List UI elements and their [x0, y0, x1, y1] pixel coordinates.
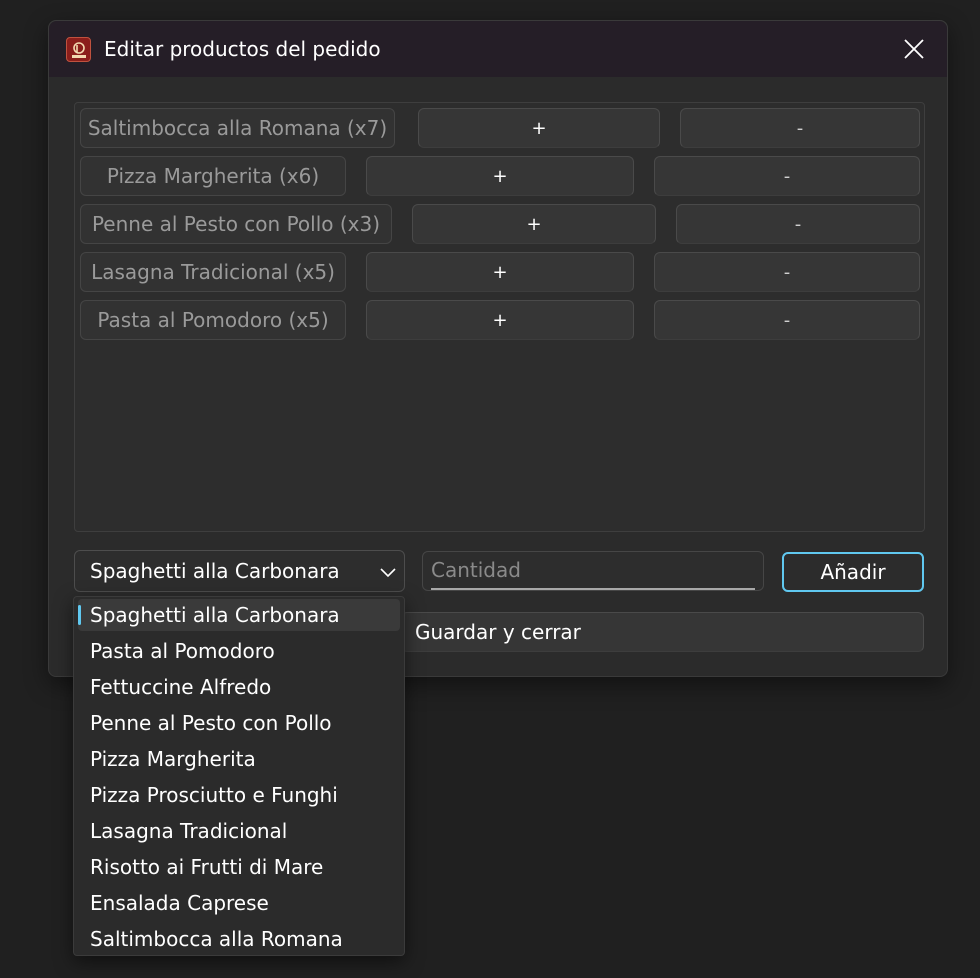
- order-item-label: Lasagna Tradicional (x5): [80, 252, 346, 292]
- dropdown-option-label: Spaghetti alla Carbonara: [90, 603, 340, 627]
- dropdown-option[interactable]: Ensalada Caprese: [78, 887, 400, 919]
- dropdown-option-label: Lasagna Tradicional: [90, 819, 288, 843]
- increase-quantity-button[interactable]: +: [366, 156, 634, 196]
- dropdown-option-label: Risotto ai Frutti di Mare: [90, 855, 324, 879]
- close-icon: [904, 39, 924, 59]
- dropdown-option[interactable]: Spaghetti alla Carbonara: [78, 599, 400, 631]
- add-button[interactable]: Añadir: [782, 552, 924, 592]
- dropdown-option-label: Penne al Pesto con Pollo: [90, 711, 332, 735]
- dropdown-option[interactable]: Saltimbocca alla Romana: [78, 923, 400, 955]
- dropdown-option[interactable]: Penne al Pesto con Pollo: [78, 707, 400, 739]
- increase-quantity-button[interactable]: +: [366, 300, 634, 340]
- quantity-input[interactable]: [431, 555, 751, 585]
- dropdown-option-label: Saltimbocca alla Romana: [90, 927, 343, 951]
- chevron-down-icon: [380, 568, 396, 578]
- product-dropdown-list: Spaghetti alla Carbonara Pasta al Pomodo…: [73, 596, 405, 956]
- increase-quantity-button[interactable]: +: [412, 204, 656, 244]
- dropdown-option-label: Ensalada Caprese: [90, 891, 269, 915]
- increase-quantity-button[interactable]: +: [418, 108, 660, 148]
- order-items-panel: Saltimbocca alla Romana (x7) + - Pizza M…: [74, 102, 925, 532]
- decrease-quantity-button[interactable]: -: [676, 204, 920, 244]
- decrease-quantity-button[interactable]: -: [654, 252, 920, 292]
- save-and-close-button[interactable]: Guardar y cerrar: [401, 612, 924, 652]
- product-select[interactable]: Spaghetti alla Carbonara: [74, 550, 405, 592]
- title-bar: Editar productos del pedido: [49, 21, 947, 77]
- selection-indicator: [78, 605, 81, 625]
- increase-quantity-button[interactable]: +: [366, 252, 634, 292]
- dropdown-option-label: Pizza Margherita: [90, 747, 256, 771]
- order-item-label: Saltimbocca alla Romana (x7): [80, 108, 395, 148]
- order-item-label: Pizza Margherita (x6): [80, 156, 346, 196]
- window-title: Editar productos del pedido: [104, 37, 381, 61]
- order-item-label: Pasta al Pomodoro (x5): [80, 300, 346, 340]
- close-button[interactable]: [881, 21, 947, 77]
- decrease-quantity-button[interactable]: -: [654, 300, 920, 340]
- dropdown-option-label: Fettuccine Alfredo: [90, 675, 272, 699]
- dropdown-option[interactable]: Pizza Prosciutto e Funghi: [78, 779, 400, 811]
- order-item-label: Penne al Pesto con Pollo (x3): [80, 204, 392, 244]
- decrease-quantity-button[interactable]: -: [680, 108, 920, 148]
- decrease-quantity-button[interactable]: -: [654, 156, 920, 196]
- product-select-value: Spaghetti alla Carbonara: [90, 559, 340, 583]
- dropdown-option[interactable]: Fettuccine Alfredo: [78, 671, 400, 703]
- dropdown-option-label: Pasta al Pomodoro: [90, 639, 275, 663]
- quantity-underline: [431, 588, 755, 590]
- dropdown-option[interactable]: Lasagna Tradicional: [78, 815, 400, 847]
- quantity-field[interactable]: [422, 551, 764, 591]
- dropdown-option[interactable]: Pizza Margherita: [78, 743, 400, 775]
- dropdown-option[interactable]: Pasta al Pomodoro: [78, 635, 400, 667]
- dropdown-option-label: Pizza Prosciutto e Funghi: [90, 783, 338, 807]
- edit-order-dialog: Editar productos del pedido Saltimbocca …: [48, 20, 948, 677]
- app-logo-icon: [66, 37, 91, 62]
- dropdown-option[interactable]: Risotto ai Frutti di Mare: [78, 851, 400, 883]
